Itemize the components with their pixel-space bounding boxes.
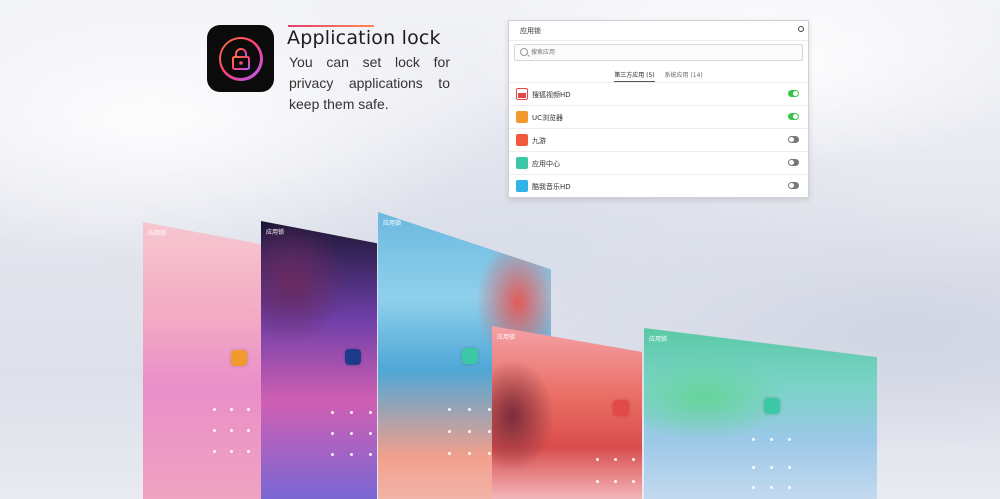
tablet-status-label: 应用锁 xyxy=(649,336,668,343)
tablet-status-label: 应用锁 xyxy=(497,334,516,341)
app-center-icon xyxy=(462,348,478,364)
tablet-screen-5: 应用锁 xyxy=(644,328,877,499)
tablet-status-label: 应用锁 xyxy=(148,230,167,237)
close-icon[interactable] xyxy=(798,26,804,32)
app-list: 搜狐视频HD UC浏览器 九游 应用中心 酷我音乐HD xyxy=(509,82,808,197)
list-item[interactable]: 搜狐视频HD xyxy=(509,82,808,105)
tablet-status-label: 应用锁 xyxy=(383,220,402,227)
app-name: 九游 xyxy=(532,137,546,145)
tablet-screen-4: 应用锁 xyxy=(492,326,642,499)
tablet-screen-1: 应用锁 xyxy=(143,222,261,499)
kuwo-music-icon xyxy=(516,180,528,192)
qq-icon xyxy=(345,349,361,365)
lock-toggle[interactable] xyxy=(788,182,799,189)
padlock-icon xyxy=(231,47,250,70)
tablet-screen-2: 应用锁 xyxy=(261,221,377,499)
jiuyou-icon xyxy=(516,134,528,146)
app-name: UC浏览器 xyxy=(532,114,564,122)
page-title: Application lock xyxy=(287,27,441,49)
app-lock-panel: 应用锁 第三方应用 (5) 系统应用 (14) 搜狐视频HD UC浏览器 九游 xyxy=(508,20,809,198)
list-item[interactable]: UC浏览器 xyxy=(509,105,808,128)
app-center-icon xyxy=(764,398,780,414)
app-center-icon xyxy=(516,157,528,169)
tablet-status-label: 应用锁 xyxy=(266,229,285,236)
panel-tabs: 第三方应用 (5) 系统应用 (14) xyxy=(509,70,808,82)
lock-toggle[interactable] xyxy=(788,136,799,143)
lock-toggle[interactable] xyxy=(788,159,799,166)
list-item[interactable]: 九游 xyxy=(509,128,808,151)
tab-third-party-apps[interactable]: 第三方应用 (5) xyxy=(614,70,655,82)
lock-toggle[interactable] xyxy=(788,113,799,120)
app-name: 酷我音乐HD xyxy=(532,183,571,191)
tab-system-apps[interactable]: 系统应用 (14) xyxy=(665,70,703,81)
uc-browser-icon xyxy=(516,111,528,123)
search-icon xyxy=(520,48,528,56)
app-lock-logo xyxy=(207,25,274,92)
sohu-video-icon xyxy=(516,88,528,100)
uc-browser-icon xyxy=(231,350,247,366)
app-name: 搜狐视频HD xyxy=(532,91,571,99)
panel-title: 应用锁 xyxy=(520,27,541,35)
search-input[interactable] xyxy=(531,45,791,60)
page-description: You can set lock for privacy application… xyxy=(289,54,450,112)
list-item[interactable]: 应用中心 xyxy=(509,151,808,174)
search-box xyxy=(514,44,803,61)
panel-header: 应用锁 xyxy=(509,21,808,41)
app-name: 应用中心 xyxy=(532,160,560,168)
game-app-icon xyxy=(613,400,629,416)
list-item[interactable]: 酷我音乐HD xyxy=(509,174,808,197)
lock-toggle[interactable] xyxy=(788,90,799,97)
